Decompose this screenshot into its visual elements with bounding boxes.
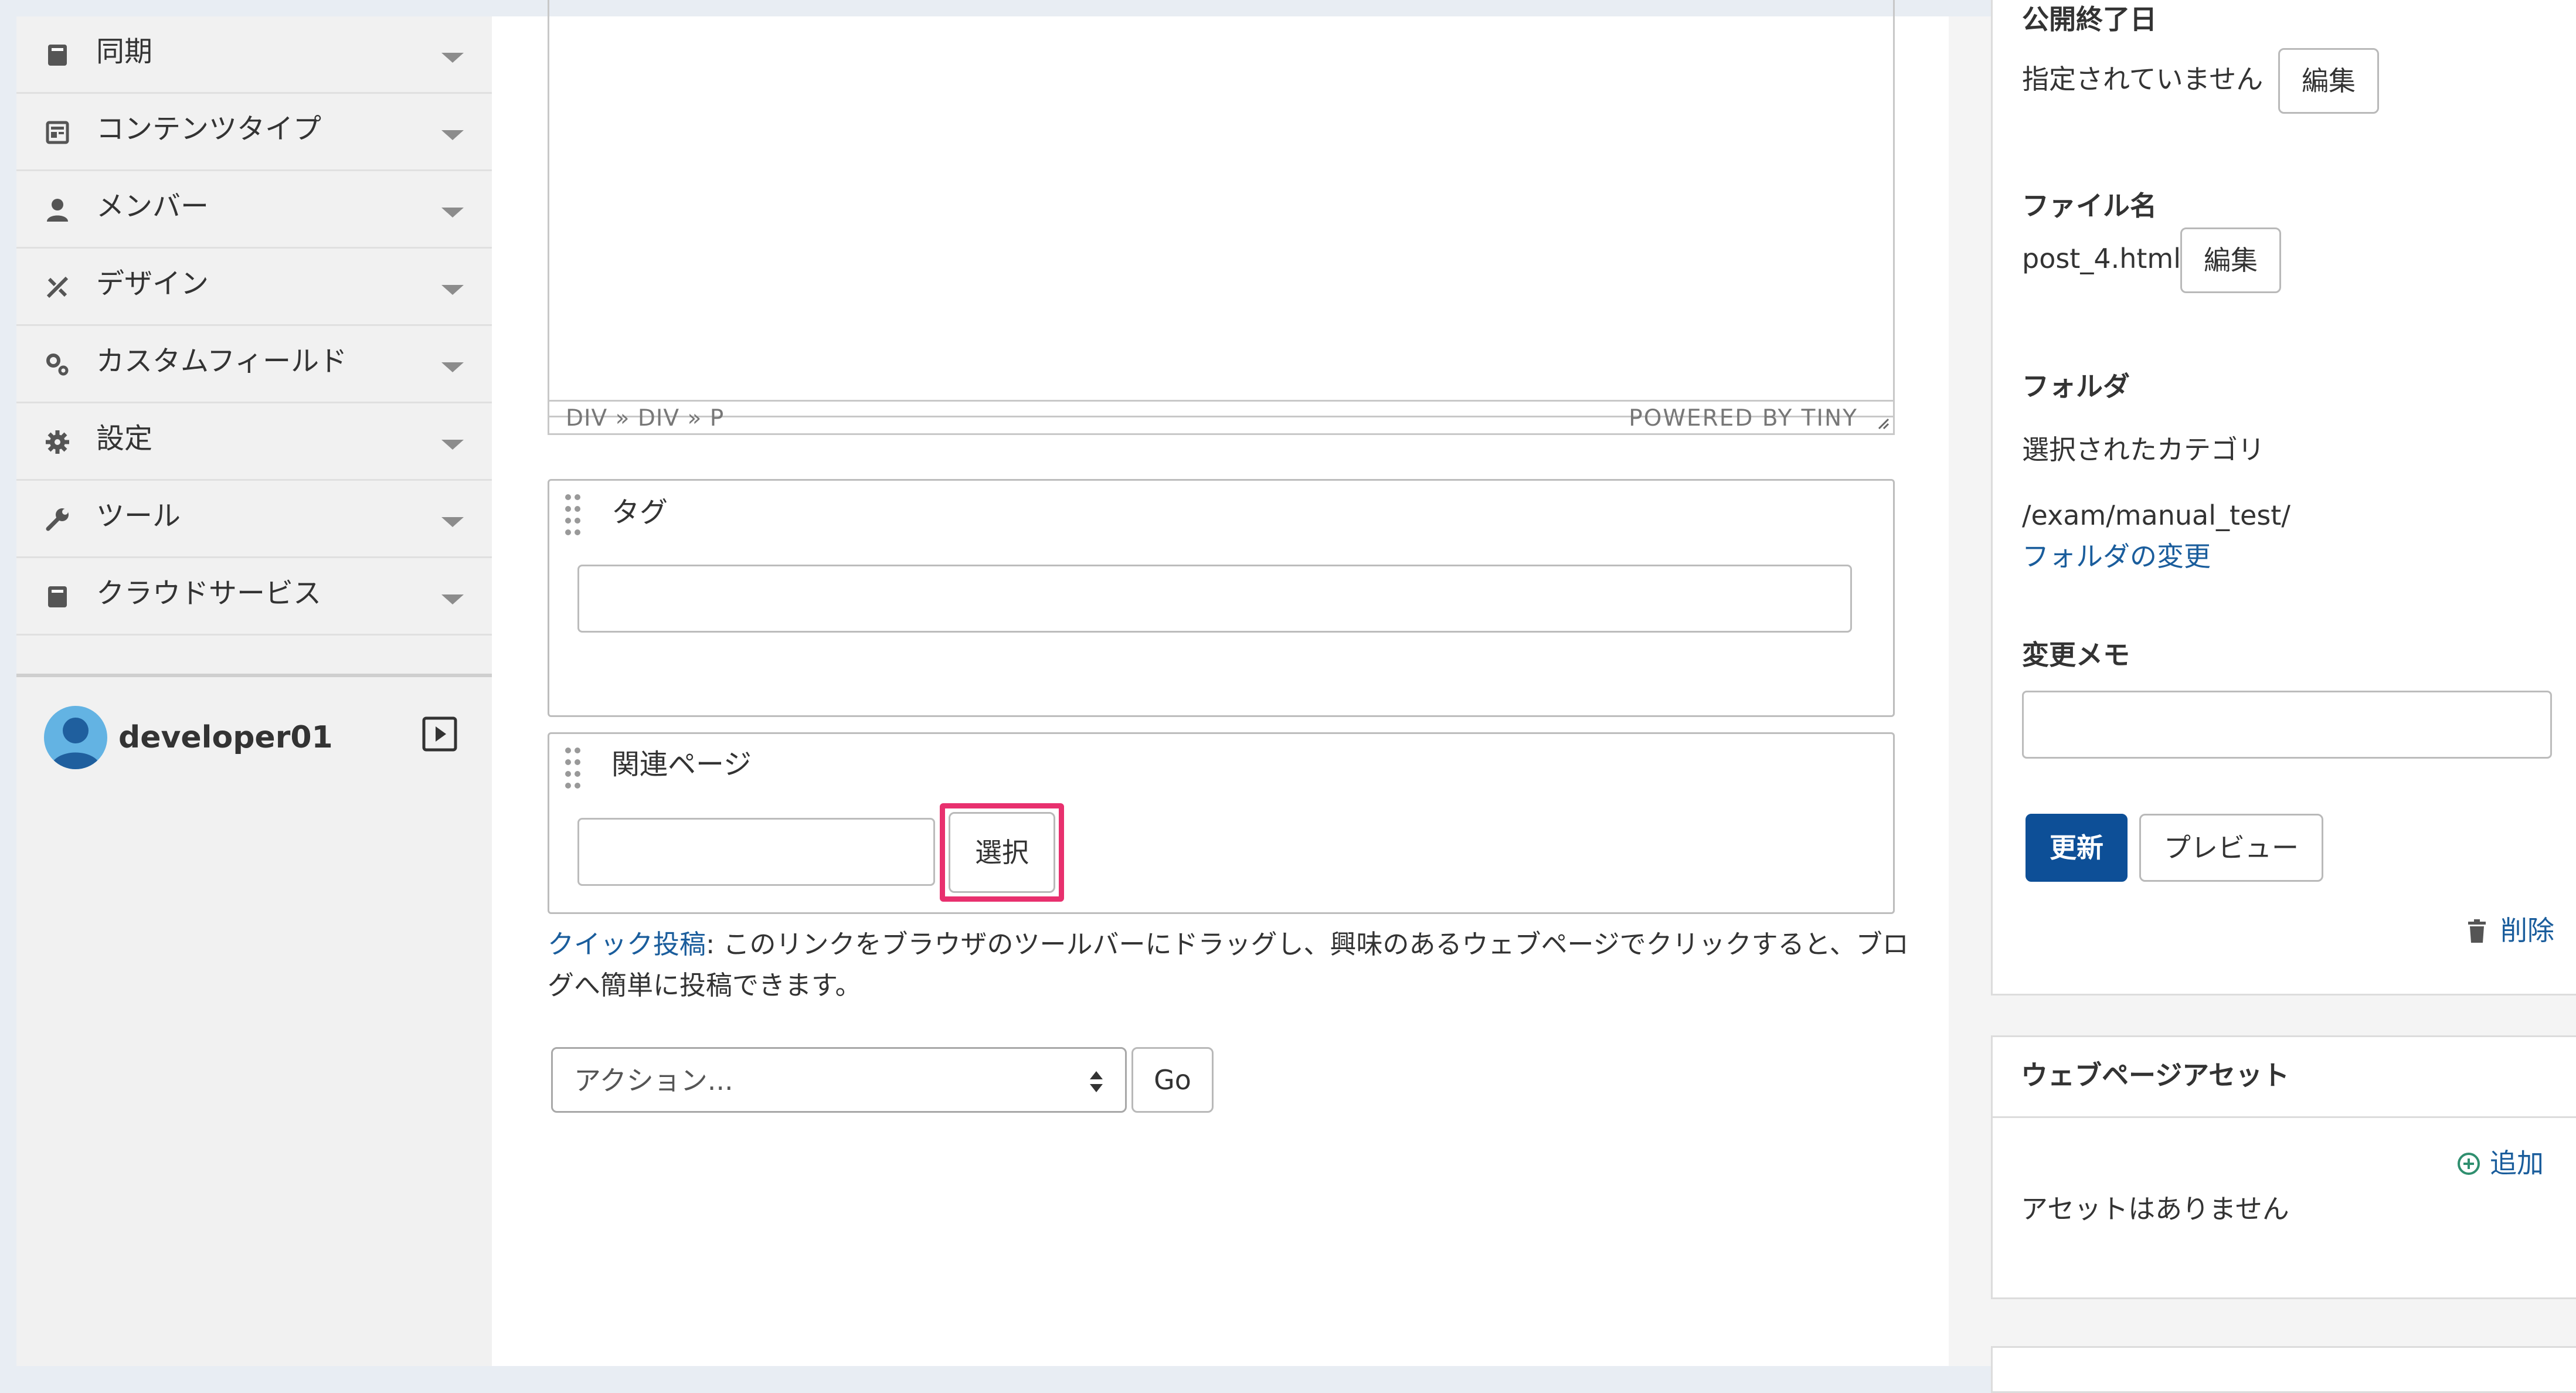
sidebar-item-tools[interactable]: ツール xyxy=(16,481,492,558)
sidebar-item-settings[interactable]: 設定 xyxy=(16,403,492,481)
powered-by-label[interactable]: POWERED BY TINY xyxy=(1629,405,1858,432)
custom-field-icon xyxy=(46,354,69,376)
sidebar-item-label: ツール xyxy=(96,500,181,532)
action-select[interactable]: アクション... xyxy=(551,1047,1127,1113)
filename-label: ファイル名 xyxy=(2022,190,2157,222)
update-button[interactable]: 更新 xyxy=(2026,814,2128,882)
memo-label: 変更メモ xyxy=(2022,639,2130,671)
sync-icon xyxy=(48,45,67,66)
user-name[interactable]: developer01 xyxy=(118,719,333,756)
resize-handle-icon[interactable] xyxy=(1875,416,1889,430)
edit-filename-button[interactable]: 編集 xyxy=(2180,227,2281,293)
assets-title: ウェブページアセット xyxy=(2021,1059,2290,1091)
chevron-down-icon xyxy=(441,285,464,295)
chevron-down-icon xyxy=(441,594,464,604)
add-asset-label: 追加 xyxy=(2490,1147,2544,1179)
sidebar-item-member[interactable]: メンバー xyxy=(16,171,492,249)
related-page-title: 関連ページ xyxy=(611,748,752,781)
cloud-service-icon xyxy=(48,586,67,607)
chevron-down-icon xyxy=(441,517,464,527)
page: 同期 コンテンツタイプ メンバー デザイン カスタムフィールド 設定 ツール ク… xyxy=(16,0,2576,1393)
end-date-label: 公開終了日 xyxy=(2022,4,2157,35)
chevron-down-icon xyxy=(441,440,464,450)
quick-post-text: クイック投稿: このリンクをブラウザのツールバーにドラッグし、興味のあるウェブペ… xyxy=(548,924,1914,1006)
plus-circle-icon xyxy=(2458,1153,2480,1175)
tags-card: タグ xyxy=(548,479,1895,717)
related-page-input[interactable] xyxy=(577,818,935,886)
quick-post-link[interactable]: クイック投稿 xyxy=(548,929,706,960)
assets-panel: ウェブページアセット 追加 アセットはありません xyxy=(1991,1035,2576,1299)
preview-button[interactable]: プレビュー xyxy=(2139,814,2323,882)
sidebar-item-label: カスタムフィールド xyxy=(96,345,348,378)
trash-icon xyxy=(2468,919,2486,943)
sidebar-item-label: メンバー xyxy=(96,190,209,223)
go-button[interactable]: Go xyxy=(1131,1047,1214,1113)
element-path: DIV » DIV » P xyxy=(566,405,725,432)
quick-post-description: : このリンクをブラウザのツールバーにドラッグし、興味のあるウェブページでクリッ… xyxy=(548,929,1909,1001)
sidebar-item-custom-field[interactable]: カスタムフィールド xyxy=(16,326,492,403)
delete-label: 削除 xyxy=(2500,915,2554,946)
filename-value: post_4.html xyxy=(2022,243,2181,274)
sidebar-item-sync[interactable]: 同期 xyxy=(16,16,492,94)
select-related-button[interactable]: 選択 xyxy=(949,812,1055,893)
content-type-icon xyxy=(46,121,69,144)
select-arrows-icon xyxy=(1090,1071,1103,1092)
drag-handle-icon[interactable] xyxy=(563,492,582,537)
sidebar-item-content-type[interactable]: コンテンツタイプ xyxy=(16,94,492,171)
sidebar-item-design[interactable]: デザイン xyxy=(16,249,492,326)
play-icon[interactable] xyxy=(422,716,458,752)
no-assets-text: アセットはありません xyxy=(2021,1193,2289,1225)
panel-divider xyxy=(1993,1116,2576,1118)
change-folder-link[interactable]: フォルダの変更 xyxy=(2022,539,2211,573)
related-page-card: 関連ページ 選択 xyxy=(548,732,1895,914)
sidebar-item-label: 同期 xyxy=(96,35,153,68)
chevron-down-icon xyxy=(441,362,464,372)
selected-category-label: 選択されたカテゴリ xyxy=(2022,434,2265,466)
tags-title: タグ xyxy=(611,496,668,529)
drag-handle-icon[interactable] xyxy=(563,746,582,790)
sidebar-item-label: デザイン xyxy=(96,267,209,300)
wrench-icon xyxy=(46,508,69,531)
edit-end-date-button[interactable]: 編集 xyxy=(2278,48,2379,114)
avatar[interactable] xyxy=(44,706,107,769)
chevron-down-icon xyxy=(441,130,464,140)
design-icon xyxy=(46,276,69,298)
sidebar: 同期 コンテンツタイプ メンバー デザイン カスタムフィールド 設定 ツール ク… xyxy=(16,16,492,1366)
end-date-value: 指定されていません xyxy=(2022,63,2264,95)
folder-label: フォルダ xyxy=(2022,371,2130,402)
chevron-down-icon xyxy=(441,53,464,63)
right-column: 公開終了日 指定されていません 編集 ファイル名 post_4.html 編集 … xyxy=(1949,0,2576,1393)
gear-icon xyxy=(46,430,69,454)
chevron-down-icon xyxy=(441,208,464,218)
publish-panel: 公開終了日 指定されていません 編集 ファイル名 post_4.html 編集 … xyxy=(1991,0,2576,996)
folder-path: /exam/manual_test/ xyxy=(2022,500,2290,531)
member-icon xyxy=(47,199,68,222)
sidebar-item-cloud-service[interactable]: クラウドサービス xyxy=(16,558,492,636)
memo-input[interactable] xyxy=(2022,691,2552,759)
next-panel xyxy=(1991,1346,2576,1393)
sidebar-item-label: コンテンツタイプ xyxy=(96,113,322,145)
user-avatar-icon xyxy=(50,718,101,769)
sidebar-item-label: 設定 xyxy=(96,422,153,455)
action-select-value: アクション... xyxy=(574,1065,733,1096)
sidebar-item-label: クラウドサービス xyxy=(96,577,322,610)
rich-text-editor[interactable] xyxy=(548,0,1895,417)
editor-statusbar: DIV » DIV » P POWERED BY TINY xyxy=(548,400,1895,435)
sidebar-divider xyxy=(16,674,492,677)
tags-input[interactable] xyxy=(577,565,1852,633)
